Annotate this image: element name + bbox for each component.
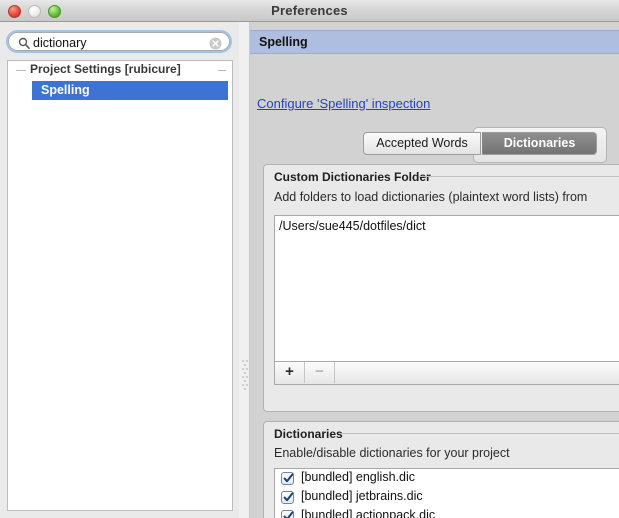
section-header: Spelling — [250, 30, 619, 54]
checkbox-checked-icon[interactable] — [281, 510, 294, 518]
checkbox-checked-icon[interactable] — [281, 491, 294, 504]
sidebar-item-label: Spelling — [41, 83, 90, 97]
tab-dictionaries[interactable]: Dictionaries — [482, 132, 597, 155]
add-folder-button[interactable]: + — [275, 362, 305, 383]
sidebar-item-spelling[interactable]: Spelling — [32, 81, 228, 100]
group-rule-right — [218, 70, 226, 71]
dictionaries-list[interactable]: [bundled] english.dic [bundled] jetbrain… — [274, 468, 619, 518]
configure-inspection-link[interactable]: Configure 'Spelling' inspection — [257, 96, 430, 111]
custom-folder-list[interactable]: /Users/sue445/dotfiles/dict — [274, 215, 619, 362]
list-item[interactable]: [bundled] english.dic — [275, 469, 619, 488]
list-item[interactable]: /Users/sue445/dotfiles/dict — [279, 219, 426, 233]
dictionary-label: [bundled] jetbrains.dic — [301, 489, 423, 503]
tab-bar: Accepted Words Dictionaries — [360, 127, 608, 163]
tab-accepted-words[interactable]: Accepted Words — [363, 132, 481, 155]
sidebar-pane: dictionary Project Settings [rubicure] S… — [0, 22, 239, 518]
remove-folder-button[interactable]: − — [305, 362, 335, 383]
list-item[interactable]: [bundled] actionpack.dic — [275, 507, 619, 518]
search-input[interactable]: dictionary — [8, 32, 230, 51]
preferences-window: Preferences dictionary Project Settings … — [0, 0, 619, 518]
dictionaries-group: Dictionaries Enable/disable dictionaries… — [263, 421, 619, 518]
custom-folder-toolbar: + − — [274, 362, 619, 385]
dictionaries-rule — [342, 433, 619, 434]
dictionary-label: [bundled] actionpack.dic — [301, 508, 436, 518]
custom-folder-title: Custom Dictionaries Folder — [274, 170, 437, 184]
settings-tree[interactable]: Project Settings [rubicure] Spelling — [7, 60, 233, 511]
tree-group-label: Project Settings [rubicure] — [30, 62, 181, 76]
dictionaries-title: Dictionaries — [274, 427, 349, 441]
window-title: Preferences — [271, 3, 348, 18]
group-rule-left — [16, 70, 26, 71]
dictionaries-description: Enable/disable dictionaries for your pro… — [274, 446, 510, 460]
main-pane: Spelling Configure 'Spelling' inspection… — [250, 22, 619, 518]
clear-icon[interactable] — [209, 37, 222, 50]
pane-splitter[interactable] — [239, 22, 250, 518]
title-bar: Preferences — [0, 0, 619, 22]
checkbox-checked-icon[interactable] — [281, 472, 294, 485]
custom-folder-description: Add folders to load dictionaries (plaint… — [274, 190, 588, 204]
search-input-value: dictionary — [33, 36, 87, 50]
page-title: Spelling — [259, 35, 308, 49]
dictionary-label: [bundled] english.dic — [301, 470, 415, 484]
search-field[interactable]: dictionary — [6, 30, 232, 53]
search-icon — [18, 37, 30, 49]
custom-dictionaries-folder-group: Custom Dictionaries Folder Add folders t… — [263, 164, 619, 412]
tree-group-header: Project Settings [rubicure] — [8, 61, 232, 79]
list-item[interactable]: [bundled] jetbrains.dic — [275, 488, 619, 507]
splitter-handle-icon[interactable] — [242, 360, 248, 394]
custom-folder-rule — [419, 176, 619, 177]
